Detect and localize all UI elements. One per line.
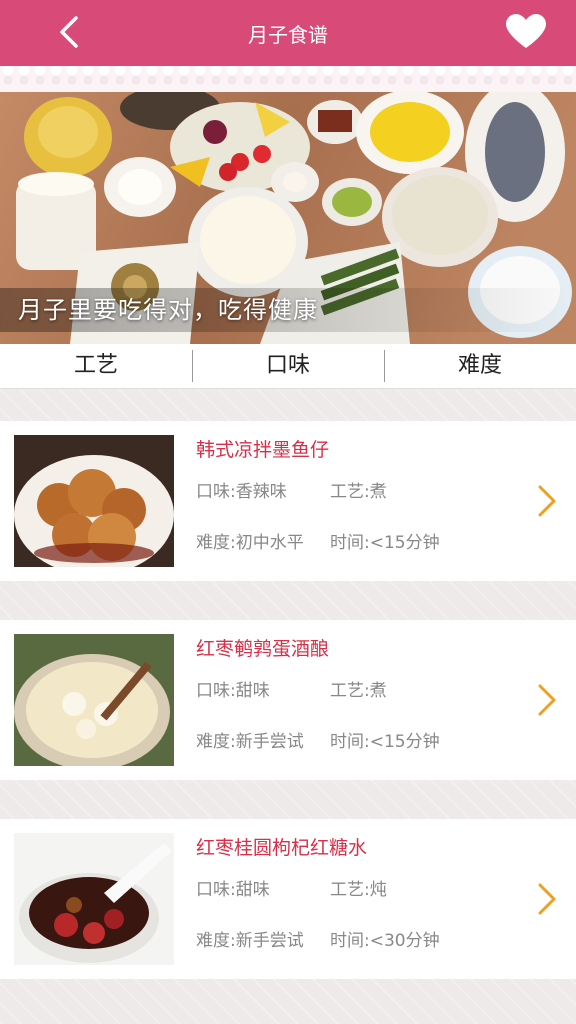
recipe-thumbnail — [14, 833, 174, 965]
recipe-meta-row: 难度:新手尝试 时间:<15分钟 — [196, 727, 440, 752]
recipe-meta-row: 口味:甜味 工艺:煮 — [196, 676, 387, 701]
recipe-time: 时间:<15分钟 — [330, 533, 440, 553]
filter-tab-taste[interactable]: 口味 — [192, 344, 384, 388]
lace-divider — [0, 66, 576, 93]
app-header: 月子食谱 — [0, 0, 576, 66]
chevron-left-icon — [60, 16, 78, 48]
recipe-card[interactable]: 韩式凉拌墨鱼仔 口味:香辣味 工艺:煮 难度:初中水平 时间:<15分钟 — [0, 421, 576, 581]
recipe-thumbnail — [14, 435, 174, 567]
favorite-button[interactable] — [506, 14, 546, 50]
recipe-craft: 工艺:煮 — [330, 681, 387, 701]
recipe-card[interactable]: 红枣桂圆枸杞红糖水 口味:甜味 工艺:炖 难度:新手尝试 时间:<30分钟 — [0, 819, 576, 979]
recipe-craft: 工艺:炖 — [330, 880, 387, 900]
recipe-card[interactable]: 红枣鹌鹑蛋酒酿 口味:甜味 工艺:煮 难度:新手尝试 时间:<15分钟 — [0, 620, 576, 780]
heart-icon — [506, 14, 546, 48]
chevron-right-icon[interactable] — [536, 683, 558, 717]
filter-tab-craft[interactable]: 工艺 — [0, 344, 192, 388]
recipe-taste: 口味:甜味 — [196, 880, 270, 900]
recipe-taste: 口味:香辣味 — [196, 482, 287, 502]
recipe-taste: 口味:甜味 — [196, 681, 270, 701]
recipe-meta-row: 口味:香辣味 工艺:煮 — [196, 477, 387, 502]
recipe-list[interactable]: 韩式凉拌墨鱼仔 口味:香辣味 工艺:煮 难度:初中水平 时间:<15分钟 红枣鹌… — [0, 389, 576, 1024]
filter-tab-difficulty[interactable]: 难度 — [384, 344, 576, 388]
recipe-time: 时间:<30分钟 — [330, 931, 440, 951]
recipe-meta-row: 难度:初中水平 时间:<15分钟 — [196, 528, 440, 553]
recipe-difficulty: 难度:初中水平 — [196, 533, 304, 553]
banner-caption: 月子里要吃得对，吃得健康 — [0, 288, 576, 332]
page-title: 月子食谱 — [248, 22, 328, 47]
recipe-difficulty: 难度:新手尝试 — [196, 931, 304, 951]
recipe-time: 时间:<15分钟 — [330, 732, 440, 752]
recipe-meta-row: 口味:甜味 工艺:炖 — [196, 875, 387, 900]
back-button[interactable] — [52, 14, 88, 50]
recipe-title: 红枣鹌鹑蛋酒酿 — [196, 638, 330, 660]
recipe-title: 韩式凉拌墨鱼仔 — [196, 439, 330, 461]
recipe-thumbnail — [14, 634, 174, 766]
banner[interactable]: 月子里要吃得对，吃得健康 — [0, 92, 576, 344]
chevron-right-icon[interactable] — [536, 484, 558, 518]
filter-bar: 工艺 口味 难度 — [0, 344, 576, 389]
recipe-title: 红枣桂圆枸杞红糖水 — [196, 837, 368, 859]
recipe-difficulty: 难度:新手尝试 — [196, 732, 304, 752]
chevron-right-icon[interactable] — [536, 882, 558, 916]
recipe-meta-row: 难度:新手尝试 时间:<30分钟 — [196, 926, 440, 951]
recipe-craft: 工艺:煮 — [330, 482, 387, 502]
